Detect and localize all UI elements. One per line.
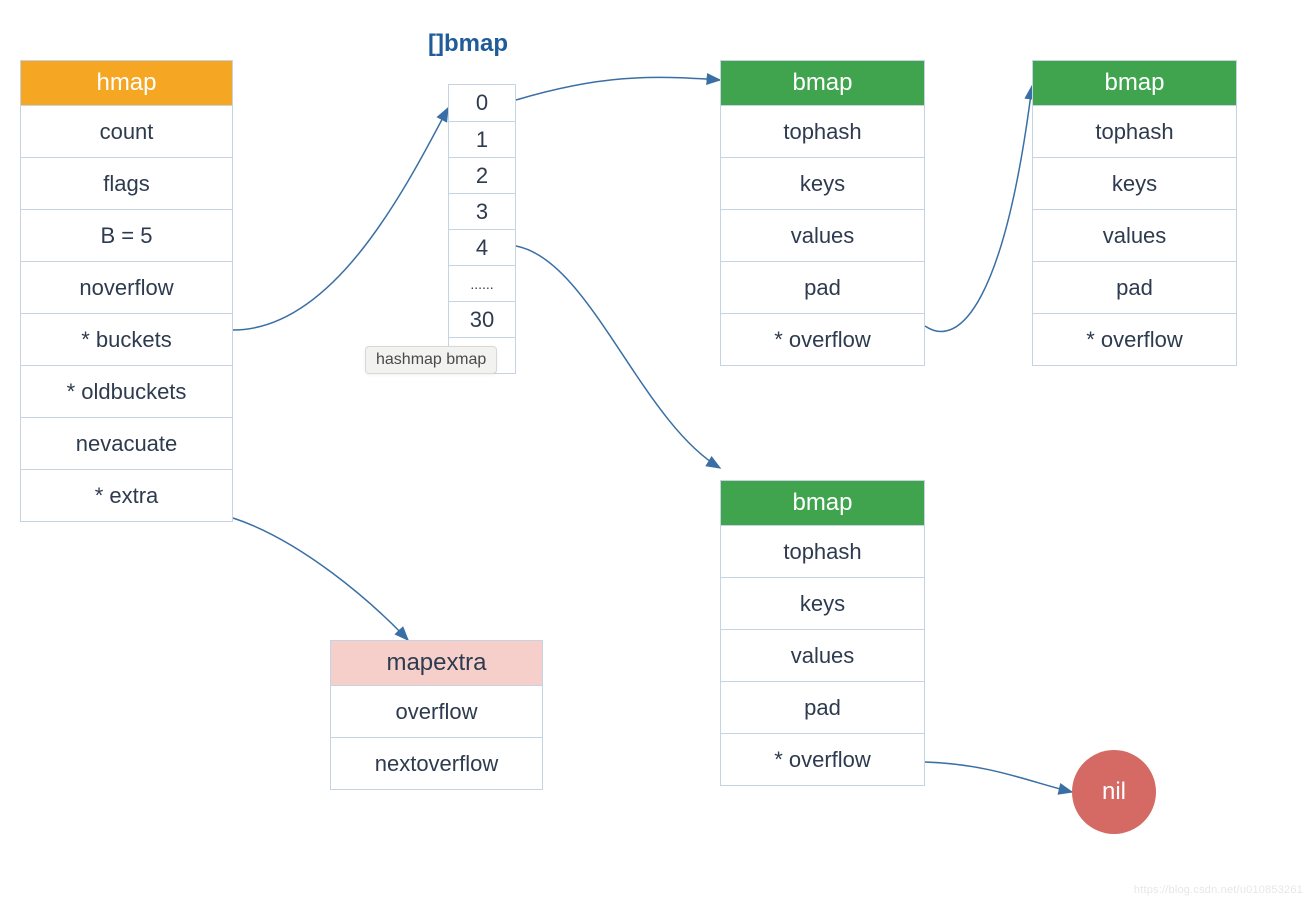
- bmap-field-keys: keys: [1033, 157, 1236, 209]
- nil-node: nil: [1072, 750, 1156, 834]
- bmap-field-overflow: * overflow: [1033, 313, 1236, 365]
- bmap-field-tophash: tophash: [721, 525, 924, 577]
- hmap-header: hmap: [21, 61, 232, 105]
- bucket-row: 0: [449, 85, 515, 121]
- bmap-field-overflow: * overflow: [721, 733, 924, 785]
- hmap-field-buckets: * buckets: [21, 313, 232, 365]
- bmap-field-values: values: [1033, 209, 1236, 261]
- bucket-row: 2: [449, 157, 515, 193]
- hover-tooltip: hashmap bmap: [365, 346, 497, 374]
- mapextra-field-nextoverflow: nextoverflow: [331, 737, 542, 789]
- bmap-field-pad: pad: [721, 681, 924, 733]
- bmap-header: bmap: [721, 481, 924, 525]
- bucket-row: 4: [449, 229, 515, 265]
- bmap-bottom-struct: bmap tophash keys values pad * overflow: [720, 480, 925, 786]
- bmap-field-tophash: tophash: [1033, 105, 1236, 157]
- bmap-field-pad: pad: [1033, 261, 1236, 313]
- bmap-field-values: values: [721, 629, 924, 681]
- hmap-field-nevacuate: nevacuate: [21, 417, 232, 469]
- bucket-row-ellipsis: ......: [449, 265, 515, 301]
- bmap-header: bmap: [721, 61, 924, 105]
- hmap-struct: hmap count flags B = 5 noverflow * bucke…: [20, 60, 233, 522]
- mapextra-header: mapextra: [331, 641, 542, 685]
- hmap-field-b: B = 5: [21, 209, 232, 261]
- hmap-field-oldbuckets: * oldbuckets: [21, 365, 232, 417]
- hmap-field-noverflow: noverflow: [21, 261, 232, 313]
- hmap-field-count: count: [21, 105, 232, 157]
- hmap-field-extra: * extra: [21, 469, 232, 521]
- bmap-field-tophash: tophash: [721, 105, 924, 157]
- bmap-top2-struct: bmap tophash keys values pad * overflow: [1032, 60, 1237, 366]
- mapextra-field-overflow: overflow: [331, 685, 542, 737]
- bmap-field-values: values: [721, 209, 924, 261]
- bmap-field-pad: pad: [721, 261, 924, 313]
- bmap-field-keys: keys: [721, 577, 924, 629]
- bmap-field-keys: keys: [721, 157, 924, 209]
- bucket-row: 1: [449, 121, 515, 157]
- watermark: https://blog.csdn.net/u010853261: [1134, 884, 1303, 896]
- buckets-array-title: []bmap: [428, 30, 508, 58]
- bmap-header: bmap: [1033, 61, 1236, 105]
- bmap-field-overflow: * overflow: [721, 313, 924, 365]
- bucket-row: 3: [449, 193, 515, 229]
- mapextra-struct: mapextra overflow nextoverflow: [330, 640, 543, 790]
- bmap-top1-struct: bmap tophash keys values pad * overflow: [720, 60, 925, 366]
- bucket-row: 30: [449, 301, 515, 337]
- hmap-field-flags: flags: [21, 157, 232, 209]
- buckets-array: 0 1 2 3 4 ...... 30 31: [448, 84, 516, 374]
